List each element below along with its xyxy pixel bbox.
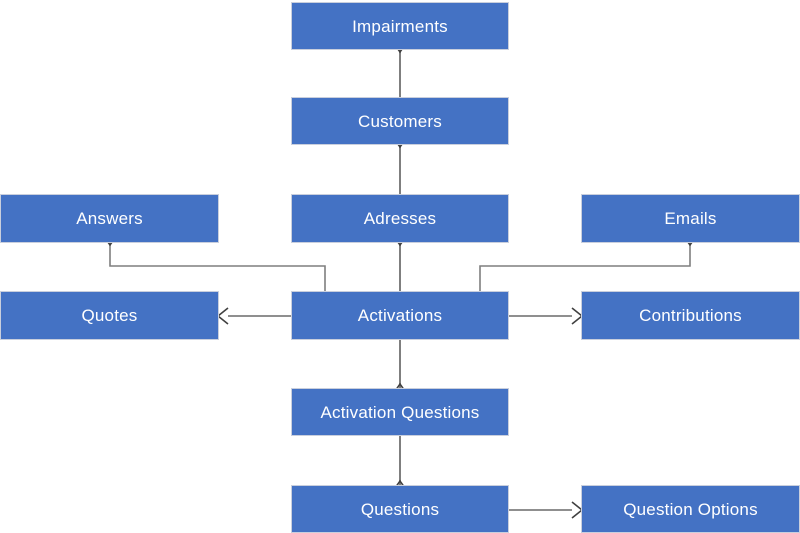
entity-node-customers[interactable]: Customers — [291, 97, 509, 145]
entity-node-adresses[interactable]: Adresses — [291, 194, 509, 243]
entity-label: Contributions — [639, 306, 742, 325]
entity-label: Activation Questions — [320, 402, 480, 422]
entity-node-impairments[interactable]: Impairments — [291, 2, 509, 50]
entity-node-activation-questions[interactable]: Activation Questions — [291, 388, 509, 436]
entity-label: Question Options — [623, 499, 758, 519]
entity-label: Quotes — [81, 306, 138, 325]
entity-label: Activations — [357, 306, 443, 325]
entity-label: Customers — [358, 111, 442, 131]
entity-node-answers[interactable]: Answers — [0, 194, 219, 243]
entity-node-quotes[interactable]: Quotes — [0, 291, 219, 340]
entity-label: Adresses — [363, 209, 437, 228]
node-layer: Impairments Customers Answers Adresses E… — [0, 0, 800, 533]
diagram-canvas: Impairments Customers Answers Adresses E… — [0, 0, 800, 533]
entity-node-activations[interactable]: Activations — [291, 291, 509, 340]
entity-node-questions[interactable]: Questions — [291, 485, 509, 533]
entity-label: Questions — [360, 499, 440, 519]
entity-node-contributions[interactable]: Contributions — [581, 291, 800, 340]
entity-node-question-options[interactable]: Question Options — [581, 485, 800, 533]
entity-label: Answers — [76, 209, 143, 228]
entity-label: Impairments — [352, 16, 448, 36]
entity-node-emails[interactable]: Emails — [581, 194, 800, 243]
entity-label: Emails — [664, 209, 717, 228]
